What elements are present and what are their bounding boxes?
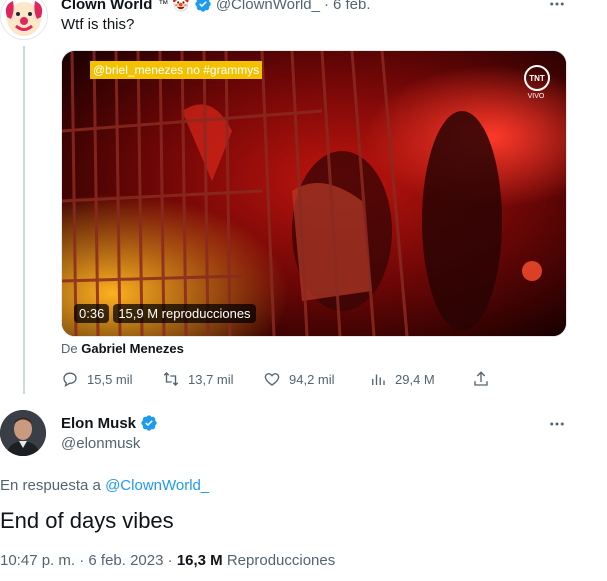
network-logo: TNT VIVO [524,65,550,100]
thread-line [23,46,25,394]
separator: · [167,552,173,569]
views-button[interactable]: 29,4 M [369,370,472,388]
trademark: ™ [158,0,169,10]
retweet-button[interactable]: 13,7 mil [162,370,263,388]
avatar[interactable] [0,410,46,456]
video-caption-overlay: @briel_menezes no #grammys [90,61,263,79]
more-dots-icon [550,422,564,426]
separator: · [323,0,329,13]
clown-emoji-icon: 🤡 [172,0,190,12]
retweet-count: 13,7 mil [188,371,234,387]
video-time: 0:36 [74,304,110,323]
reply-author-row: Elon Musk [61,414,158,432]
retweet-icon [163,372,179,386]
reply-icon [63,372,77,388]
verified-badge-icon [195,0,211,12]
attribution-prefix: De [61,341,78,356]
reply-button[interactable]: 15,5 mil [61,370,162,388]
like-count: 94,2 mil [289,371,335,387]
video-player[interactable]: @briel_menezes no #grammys TNT VIVO 0:36… [61,50,567,337]
more-options-button[interactable] [546,0,568,14]
video-views: 15,9 M reproducciones [113,304,256,323]
network-sub: VIVO [527,93,545,100]
display-name[interactable]: Elon Musk [61,415,136,432]
analytics-icon [372,374,385,385]
video-badges: 0:36 15,9 M reproducciones [74,304,256,323]
tweet-time[interactable]: 10:47 p. m. [0,552,75,569]
reply-count: 15,5 mil [87,371,133,387]
tweet-actions: 15,5 mil 13,7 mil 94,2 mil 29,4 M [61,369,491,389]
clown-icon [5,1,43,36]
like-button[interactable]: 94,2 mil [263,370,369,388]
media-attribution: De Gabriel Menezes [61,341,184,356]
separator: · [79,552,85,569]
more-options-button[interactable] [546,414,568,434]
views-label: Reproducciones [226,552,336,569]
views-count: 16,3 M [176,552,223,569]
tweet-text: End of days vibes [0,508,174,533]
reply-context: En respuesta a @ClownWorld_ [0,477,209,494]
more-dots-icon [550,2,564,6]
tweet-text: Wtf is this? [61,16,135,33]
handle[interactable]: @elonmusk [61,435,140,452]
profile-photo-image [0,410,46,456]
heart-icon [264,373,280,386]
share-icon [474,371,488,386]
reply-to-link[interactable]: @ClownWorld_ [105,477,209,494]
attribution-name[interactable]: Gabriel Menezes [81,341,184,356]
reply-prefix: En respuesta a [0,477,101,494]
avatar[interactable] [0,0,48,40]
handle[interactable]: @ClownWorld_ [216,0,320,13]
tweet-date[interactable]: 6 feb. 2023 [88,552,163,569]
display-name[interactable]: Clown World [61,0,152,13]
tweet-date[interactable]: 6 feb. [333,0,371,13]
tweet-header: Clown World ™ 🤡 @ClownWorld_ · 6 feb. [61,0,371,14]
tweet-meta: 10:47 p. m. · 6 feb. 2023 · 16,3 M Repro… [0,552,335,569]
share-button[interactable] [472,370,490,388]
tnt-logo-icon: TNT [524,65,550,91]
video-frame-image [62,51,566,336]
views-count: 29,4 M [395,371,435,387]
verified-badge-icon [141,415,157,431]
